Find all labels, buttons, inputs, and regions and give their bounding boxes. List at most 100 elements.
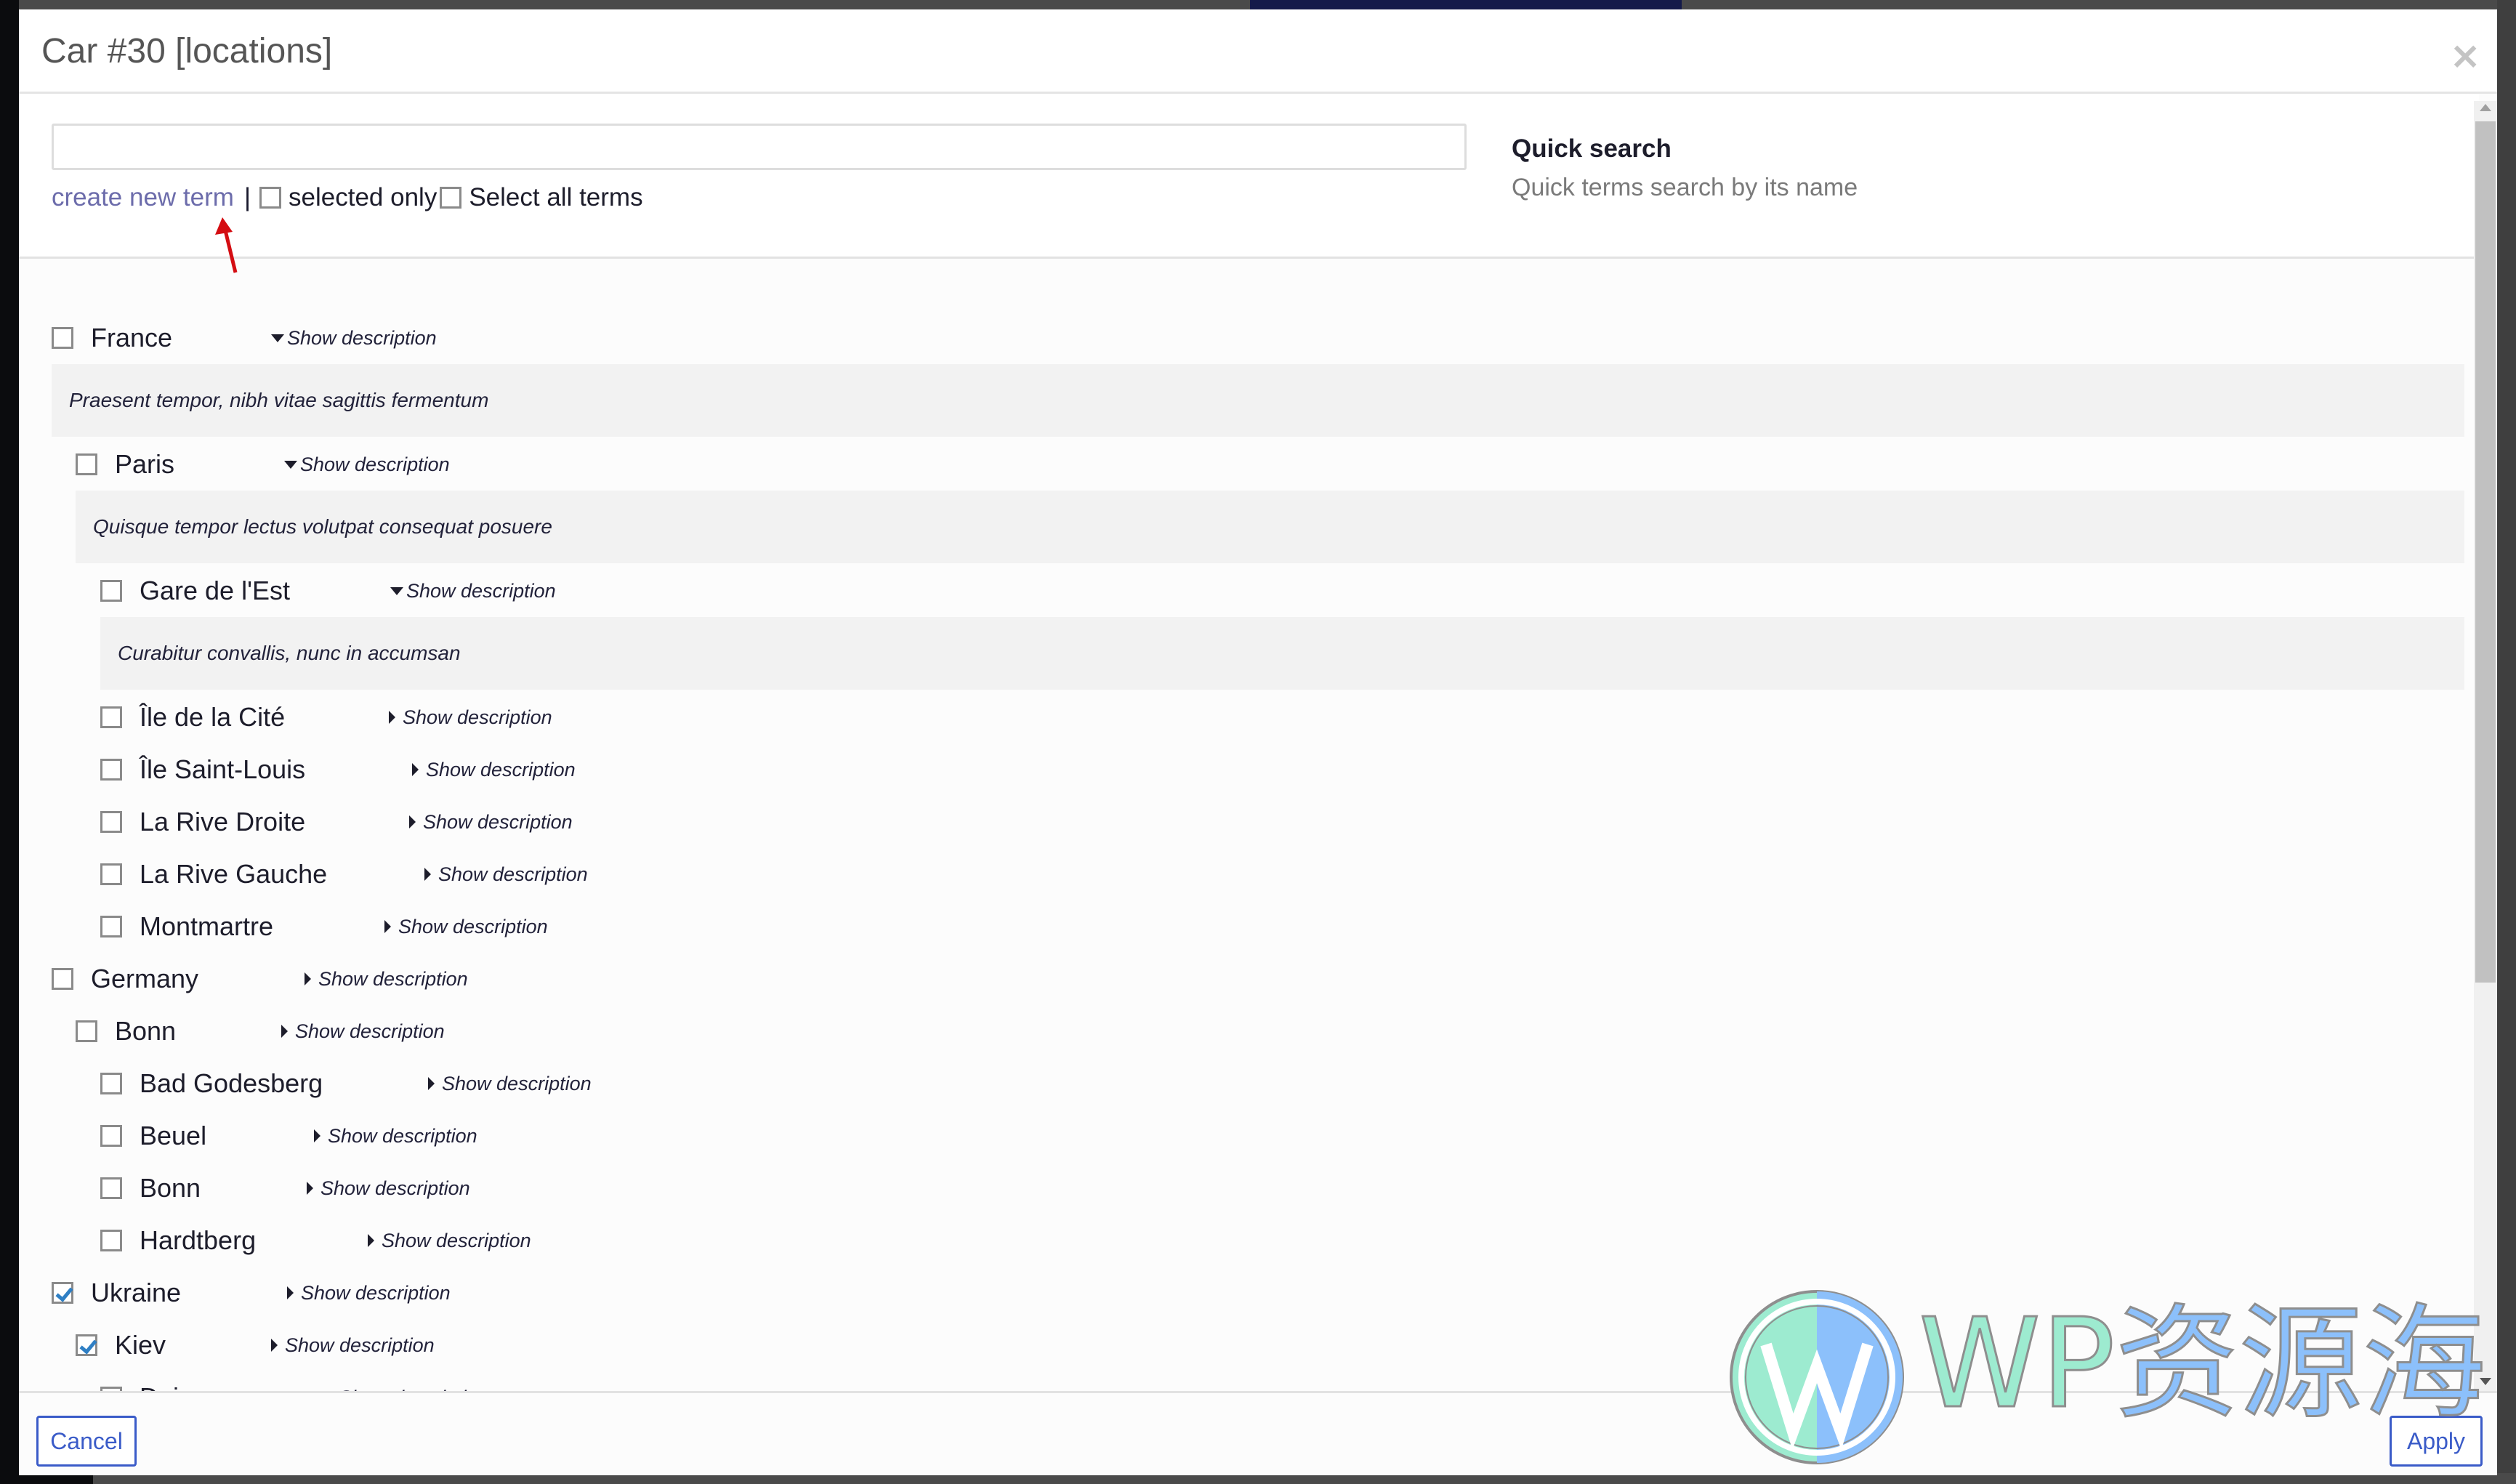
term-checkbox[interactable]: [100, 863, 122, 885]
apply-button[interactable]: Apply: [2390, 1416, 2483, 1467]
term-name[interactable]: Île de la Cité: [140, 702, 285, 733]
term-checkbox[interactable]: [100, 759, 122, 781]
tree-item: Hardtberg Show description: [100, 1214, 2464, 1267]
show-description-toggle[interactable]: Show description: [271, 327, 437, 350]
tree-item: France Show description: [52, 312, 2464, 364]
toggle-label: Show description: [442, 1072, 592, 1094]
term-checkbox[interactable]: [100, 706, 122, 728]
term-name[interactable]: Beuel: [140, 1121, 206, 1151]
caret-down-icon: [284, 460, 297, 469]
tree-item: Île de la Cité Show description: [100, 691, 2464, 743]
tree-item: Gare de l'Est Show description: [100, 565, 2464, 617]
tree-item: Montmartre Show description: [100, 900, 2464, 953]
show-description-toggle[interactable]: Show description: [307, 1177, 470, 1200]
term-name[interactable]: Montmartre: [140, 911, 273, 942]
tree-item: Île Saint-Louis Show description: [100, 743, 2464, 796]
select-all-checkbox[interactable]: [440, 187, 462, 209]
caret-down-icon: [390, 586, 403, 595]
term-name[interactable]: Gare de l'Est: [140, 576, 290, 606]
scrollbar[interactable]: [2474, 101, 2497, 1391]
annotation-arrow-icon: [215, 217, 238, 273]
show-description-toggle[interactable]: Show description: [424, 863, 588, 886]
term-name[interactable]: Dnipro: [140, 1382, 217, 1391]
term-name[interactable]: Ukraine: [91, 1278, 181, 1308]
tree-item: DniproShow description: [100, 1371, 2464, 1391]
toggle-label: Show description: [287, 326, 437, 349]
show-description-toggle[interactable]: Show description: [390, 580, 556, 602]
tree-item: Ukraine Show description: [52, 1267, 2464, 1319]
toggle-label: Show description: [382, 1229, 531, 1251]
term-name[interactable]: Bonn: [115, 1016, 176, 1047]
terms-modal: Car #30 [locations] × create new term | …: [19, 9, 2497, 1475]
caret-right-icon: [389, 711, 395, 724]
close-icon[interactable]: ×: [2449, 37, 2481, 75]
term-checkbox[interactable]: [76, 1334, 97, 1356]
toggle-label: Show description: [300, 453, 450, 475]
term-name[interactable]: Bad Godesberg: [140, 1068, 323, 1099]
term-name[interactable]: Paris: [115, 449, 174, 480]
term-name[interactable]: France: [91, 323, 172, 353]
selected-only-option[interactable]: selected only: [259, 183, 437, 212]
background-topbar: [19, 0, 2516, 9]
term-checkbox[interactable]: [76, 453, 97, 475]
show-description-toggle[interactable]: Show description: [305, 968, 468, 991]
tree-item: Germany Show description: [52, 953, 2464, 1005]
show-description-toggle[interactable]: Show description: [284, 453, 450, 476]
caret-right-icon: [281, 1025, 288, 1038]
term-checkbox[interactable]: [76, 1020, 97, 1042]
separator: |: [243, 183, 251, 211]
show-description-toggle[interactable]: Show description: [368, 1230, 531, 1252]
scroll-up-icon[interactable]: [2480, 104, 2491, 111]
cancel-button[interactable]: Cancel: [36, 1416, 137, 1467]
terms-tree: France Show description Praesent tempor, n…: [52, 312, 2464, 1391]
term-checkbox[interactable]: [100, 811, 122, 833]
show-description-toggle[interactable]: Show description: [412, 759, 576, 781]
show-description-toggle[interactable]: Show description: [428, 1073, 592, 1095]
select-all-option[interactable]: Select all terms: [440, 183, 643, 212]
term-checkbox[interactable]: [100, 1230, 122, 1251]
toggle-label: Show description: [403, 706, 552, 728]
selected-only-checkbox[interactable]: [259, 187, 282, 209]
term-checkbox[interactable]: [52, 327, 73, 349]
term-name[interactable]: Hardtberg: [140, 1225, 256, 1256]
show-description-toggle[interactable]: Show description: [389, 706, 552, 729]
term-checkbox[interactable]: [52, 968, 73, 990]
show-description-toggle[interactable]: Show description: [271, 1334, 435, 1357]
create-new-term-link[interactable]: create new term: [52, 183, 234, 212]
show-description-toggle[interactable]: Show description: [281, 1020, 445, 1043]
term-name[interactable]: Île Saint-Louis: [140, 754, 305, 785]
select-all-label: Select all terms: [469, 183, 643, 211]
term-name[interactable]: Bonn: [140, 1173, 201, 1203]
toggle-label: Show description: [406, 579, 556, 602]
show-description-toggle[interactable]: Show description: [409, 811, 573, 834]
term-checkbox[interactable]: [100, 1125, 122, 1147]
tree-item: Kiev Show description: [76, 1319, 2464, 1371]
term-name[interactable]: La Rive Droite: [140, 807, 305, 837]
background-header-block: [1250, 0, 1682, 9]
term-checkbox[interactable]: [100, 916, 122, 937]
caret-right-icon: [305, 972, 311, 985]
selected-only-label: selected only: [289, 183, 438, 211]
show-description-toggle[interactable]: Show description: [314, 1125, 477, 1148]
show-description-toggle[interactable]: Show description: [287, 1282, 451, 1304]
term-name[interactable]: La Rive Gauche: [140, 859, 327, 890]
modal-footer: Cancel Apply: [19, 1391, 2497, 1475]
tree-item: La Rive Gauche Show description: [100, 848, 2464, 900]
term-name[interactable]: Kiev: [115, 1330, 166, 1360]
toggle-label: Show description: [318, 967, 468, 990]
caret-right-icon: [368, 1234, 374, 1247]
term-name[interactable]: Germany: [91, 964, 198, 994]
term-checkbox[interactable]: [100, 1073, 122, 1094]
show-description-toggle[interactable]: Show description: [384, 916, 548, 938]
scrollbar-thumb[interactable]: [2475, 121, 2496, 983]
term-checkbox[interactable]: [100, 580, 122, 602]
term-checkbox[interactable]: [52, 1282, 73, 1304]
term-description: Curabitur convallis, nunc in accumsan: [100, 617, 2464, 690]
scroll-down-icon[interactable]: [2480, 1378, 2491, 1385]
modal-title: Car #30 [locations]: [41, 32, 333, 70]
quick-search-input[interactable]: [52, 124, 1467, 170]
term-checkbox[interactable]: [100, 1177, 122, 1199]
background-sidebar: [0, 0, 19, 1484]
modal-header: Car #30 [locations] ×: [19, 9, 2497, 94]
search-panel: create new term | selected only Select a…: [19, 94, 2479, 273]
